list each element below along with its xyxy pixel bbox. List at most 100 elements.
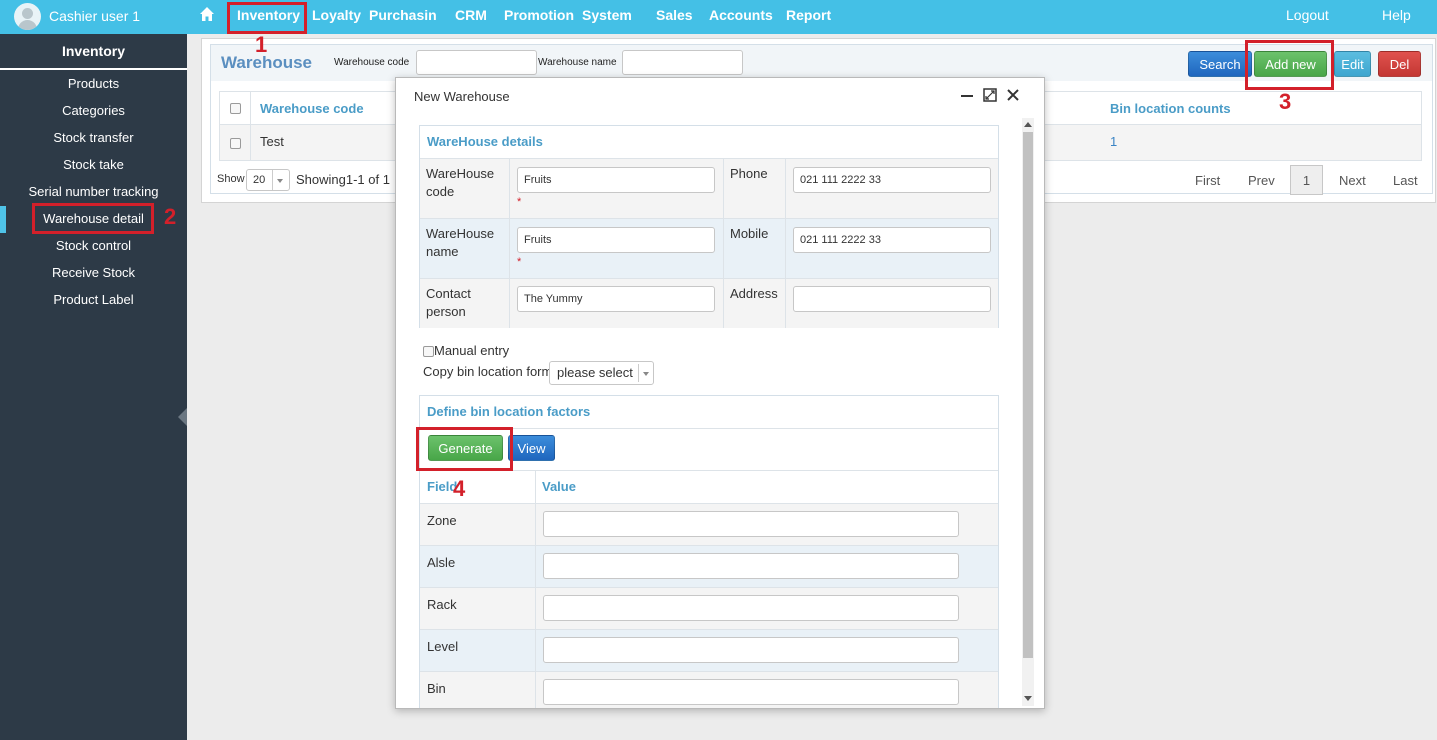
bin-table-header: Field Value xyxy=(420,470,998,503)
scroll-down-arrow-icon[interactable] xyxy=(1024,696,1032,701)
warehouse-code-filter-input[interactable] xyxy=(416,50,537,75)
contact-person-input[interactable]: The Yummy xyxy=(517,286,715,312)
required-mark: * xyxy=(517,196,522,208)
level-input[interactable] xyxy=(543,637,959,663)
showing-count: Showing1-1 of 1 xyxy=(296,172,390,187)
sidebar-item-product-label[interactable]: Product Label xyxy=(0,292,187,307)
row-bin-location-count[interactable]: 1 xyxy=(1110,134,1117,149)
bin-input[interactable] xyxy=(543,679,959,705)
pagination-first[interactable]: First xyxy=(1195,173,1220,188)
scroll-thumb[interactable] xyxy=(1023,132,1033,658)
bin-field-label: Level xyxy=(427,639,459,654)
user-name: Cashier user 1 xyxy=(49,8,141,24)
delete-button[interactable]: Del xyxy=(1378,51,1421,77)
nav-system[interactable]: System xyxy=(582,7,632,23)
sidebar-item-stock-control[interactable]: Stock control xyxy=(0,238,187,253)
chevron-down-icon xyxy=(277,179,283,183)
logout-link[interactable]: Logout xyxy=(1286,7,1329,23)
close-icon[interactable] xyxy=(1005,87,1021,103)
sidebar-title: Inventory xyxy=(0,34,187,70)
annotation-number-3: 3 xyxy=(1279,89,1292,114)
rack-input[interactable] xyxy=(543,595,959,621)
sidebar-item-receive-stock[interactable]: Receive Stock xyxy=(0,265,187,280)
view-button[interactable]: View xyxy=(508,435,555,461)
annotation-box-3 xyxy=(1245,40,1334,90)
bin-row-bin: Bin xyxy=(420,671,998,708)
form-row-contact-address: Contact person The Yummy Address xyxy=(420,278,998,328)
form-row-code-phone: WareHouse code Fruits * Phone 021 111 22… xyxy=(420,158,998,218)
contact-person-label: Contact person xyxy=(426,286,471,319)
bin-field-label: Bin xyxy=(427,681,446,696)
help-link[interactable]: Help xyxy=(1382,7,1411,23)
sidebar-item-products[interactable]: Products xyxy=(0,76,187,91)
row-warehouse-code: Test xyxy=(260,134,284,149)
search-button[interactable]: Search xyxy=(1188,51,1252,77)
annotation-number-1: 1 xyxy=(255,32,268,57)
user-menu[interactable]: Cashier user 1 xyxy=(0,0,187,34)
sidebar-collapse-handle[interactable] xyxy=(178,408,187,426)
required-mark: * xyxy=(517,256,522,268)
nav-sales[interactable]: Sales xyxy=(656,7,693,23)
pagination-last[interactable]: Last xyxy=(1393,173,1418,188)
column-bin-location-counts[interactable]: Bin location counts xyxy=(1110,101,1231,116)
column-warehouse-code[interactable]: Warehouse code xyxy=(260,101,364,116)
mobile-input[interactable]: 021 111 2222 33 xyxy=(793,227,991,253)
column-value: Value xyxy=(542,479,576,494)
edit-button[interactable]: Edit xyxy=(1334,51,1371,77)
pagination-current[interactable]: 1 xyxy=(1290,165,1323,195)
sidebar: Inventory Products Categories Stock tran… xyxy=(0,34,187,740)
sidebar-item-serial-number-tracking[interactable]: Serial number tracking xyxy=(0,184,187,199)
warehouse-name-filter-label: Warehouse name xyxy=(538,57,617,68)
copy-bin-select[interactable]: please select xyxy=(549,361,654,385)
warehouse-details-section: WareHouse details WareHouse code Fruits … xyxy=(419,125,999,328)
form-row-name-mobile: WareHouse name Fruits * Mobile 021 111 2… xyxy=(420,218,998,278)
phone-label: Phone xyxy=(730,166,768,181)
warehouse-name-label: WareHouse name xyxy=(426,226,495,259)
phone-input[interactable]: 021 111 2222 33 xyxy=(793,167,991,193)
nav-report[interactable]: Report xyxy=(786,7,831,23)
maximize-icon[interactable] xyxy=(982,87,998,103)
nav-crm[interactable]: CRM xyxy=(455,7,487,23)
bin-row-level: Level xyxy=(420,629,998,671)
bin-field-label: Rack xyxy=(427,597,457,612)
pagination-next[interactable]: Next xyxy=(1339,173,1366,188)
section-title: Define bin location factors xyxy=(427,404,591,419)
sidebar-item-stock-transfer[interactable]: Stock transfer xyxy=(0,130,187,145)
nav-promotion[interactable]: Promotion xyxy=(504,7,574,23)
select-all-checkbox[interactable] xyxy=(230,103,241,114)
address-input[interactable] xyxy=(793,286,991,312)
dialog-title: New Warehouse xyxy=(414,89,510,104)
annotation-box-2 xyxy=(32,203,154,234)
annotation-number-2: 2 xyxy=(164,204,177,229)
warehouse-name-filter-input[interactable] xyxy=(622,50,743,75)
annotation-box-4 xyxy=(416,427,513,471)
scroll-up-arrow-icon[interactable] xyxy=(1024,122,1032,127)
section-title: WareHouse details xyxy=(427,134,543,149)
nav-loyalty[interactable]: Loyalty xyxy=(312,7,361,23)
annotation-box-1 xyxy=(227,2,307,34)
nav-purchasing[interactable]: Purchasing xyxy=(369,7,437,23)
warehouse-name-input[interactable]: Fruits xyxy=(517,227,715,253)
bin-field-label: Alsle xyxy=(427,555,456,570)
row-checkbox[interactable] xyxy=(230,138,241,149)
chevron-down-icon xyxy=(643,372,649,376)
avatar xyxy=(14,3,41,30)
warehouse-code-input[interactable]: Fruits xyxy=(517,167,715,193)
sidebar-item-stock-take[interactable]: Stock take xyxy=(0,157,187,172)
dialog-scrollbar[interactable] xyxy=(1022,118,1034,706)
copy-bin-label: Copy bin location form xyxy=(423,364,553,379)
pagination-prev[interactable]: Prev xyxy=(1248,173,1275,188)
home-icon[interactable] xyxy=(199,6,215,22)
bin-field-label: Zone xyxy=(427,513,457,528)
aisle-input[interactable] xyxy=(543,553,959,579)
zone-input[interactable] xyxy=(543,511,959,537)
copy-bin-select-value: please select xyxy=(557,365,633,380)
manual-entry-checkbox[interactable] xyxy=(423,346,434,357)
top-nav-bar: Cashier user 1 Inventory Loyalty Purchas… xyxy=(0,0,1437,34)
sidebar-item-categories[interactable]: Categories xyxy=(0,103,187,118)
bin-row-rack: Rack xyxy=(420,587,998,629)
nav-accounts[interactable]: Accounts xyxy=(709,7,773,23)
minimize-icon[interactable] xyxy=(959,87,975,103)
new-warehouse-dialog: New Warehouse WareHouse details WareHous… xyxy=(395,77,1045,709)
page-size-select[interactable]: 20 xyxy=(246,169,290,191)
